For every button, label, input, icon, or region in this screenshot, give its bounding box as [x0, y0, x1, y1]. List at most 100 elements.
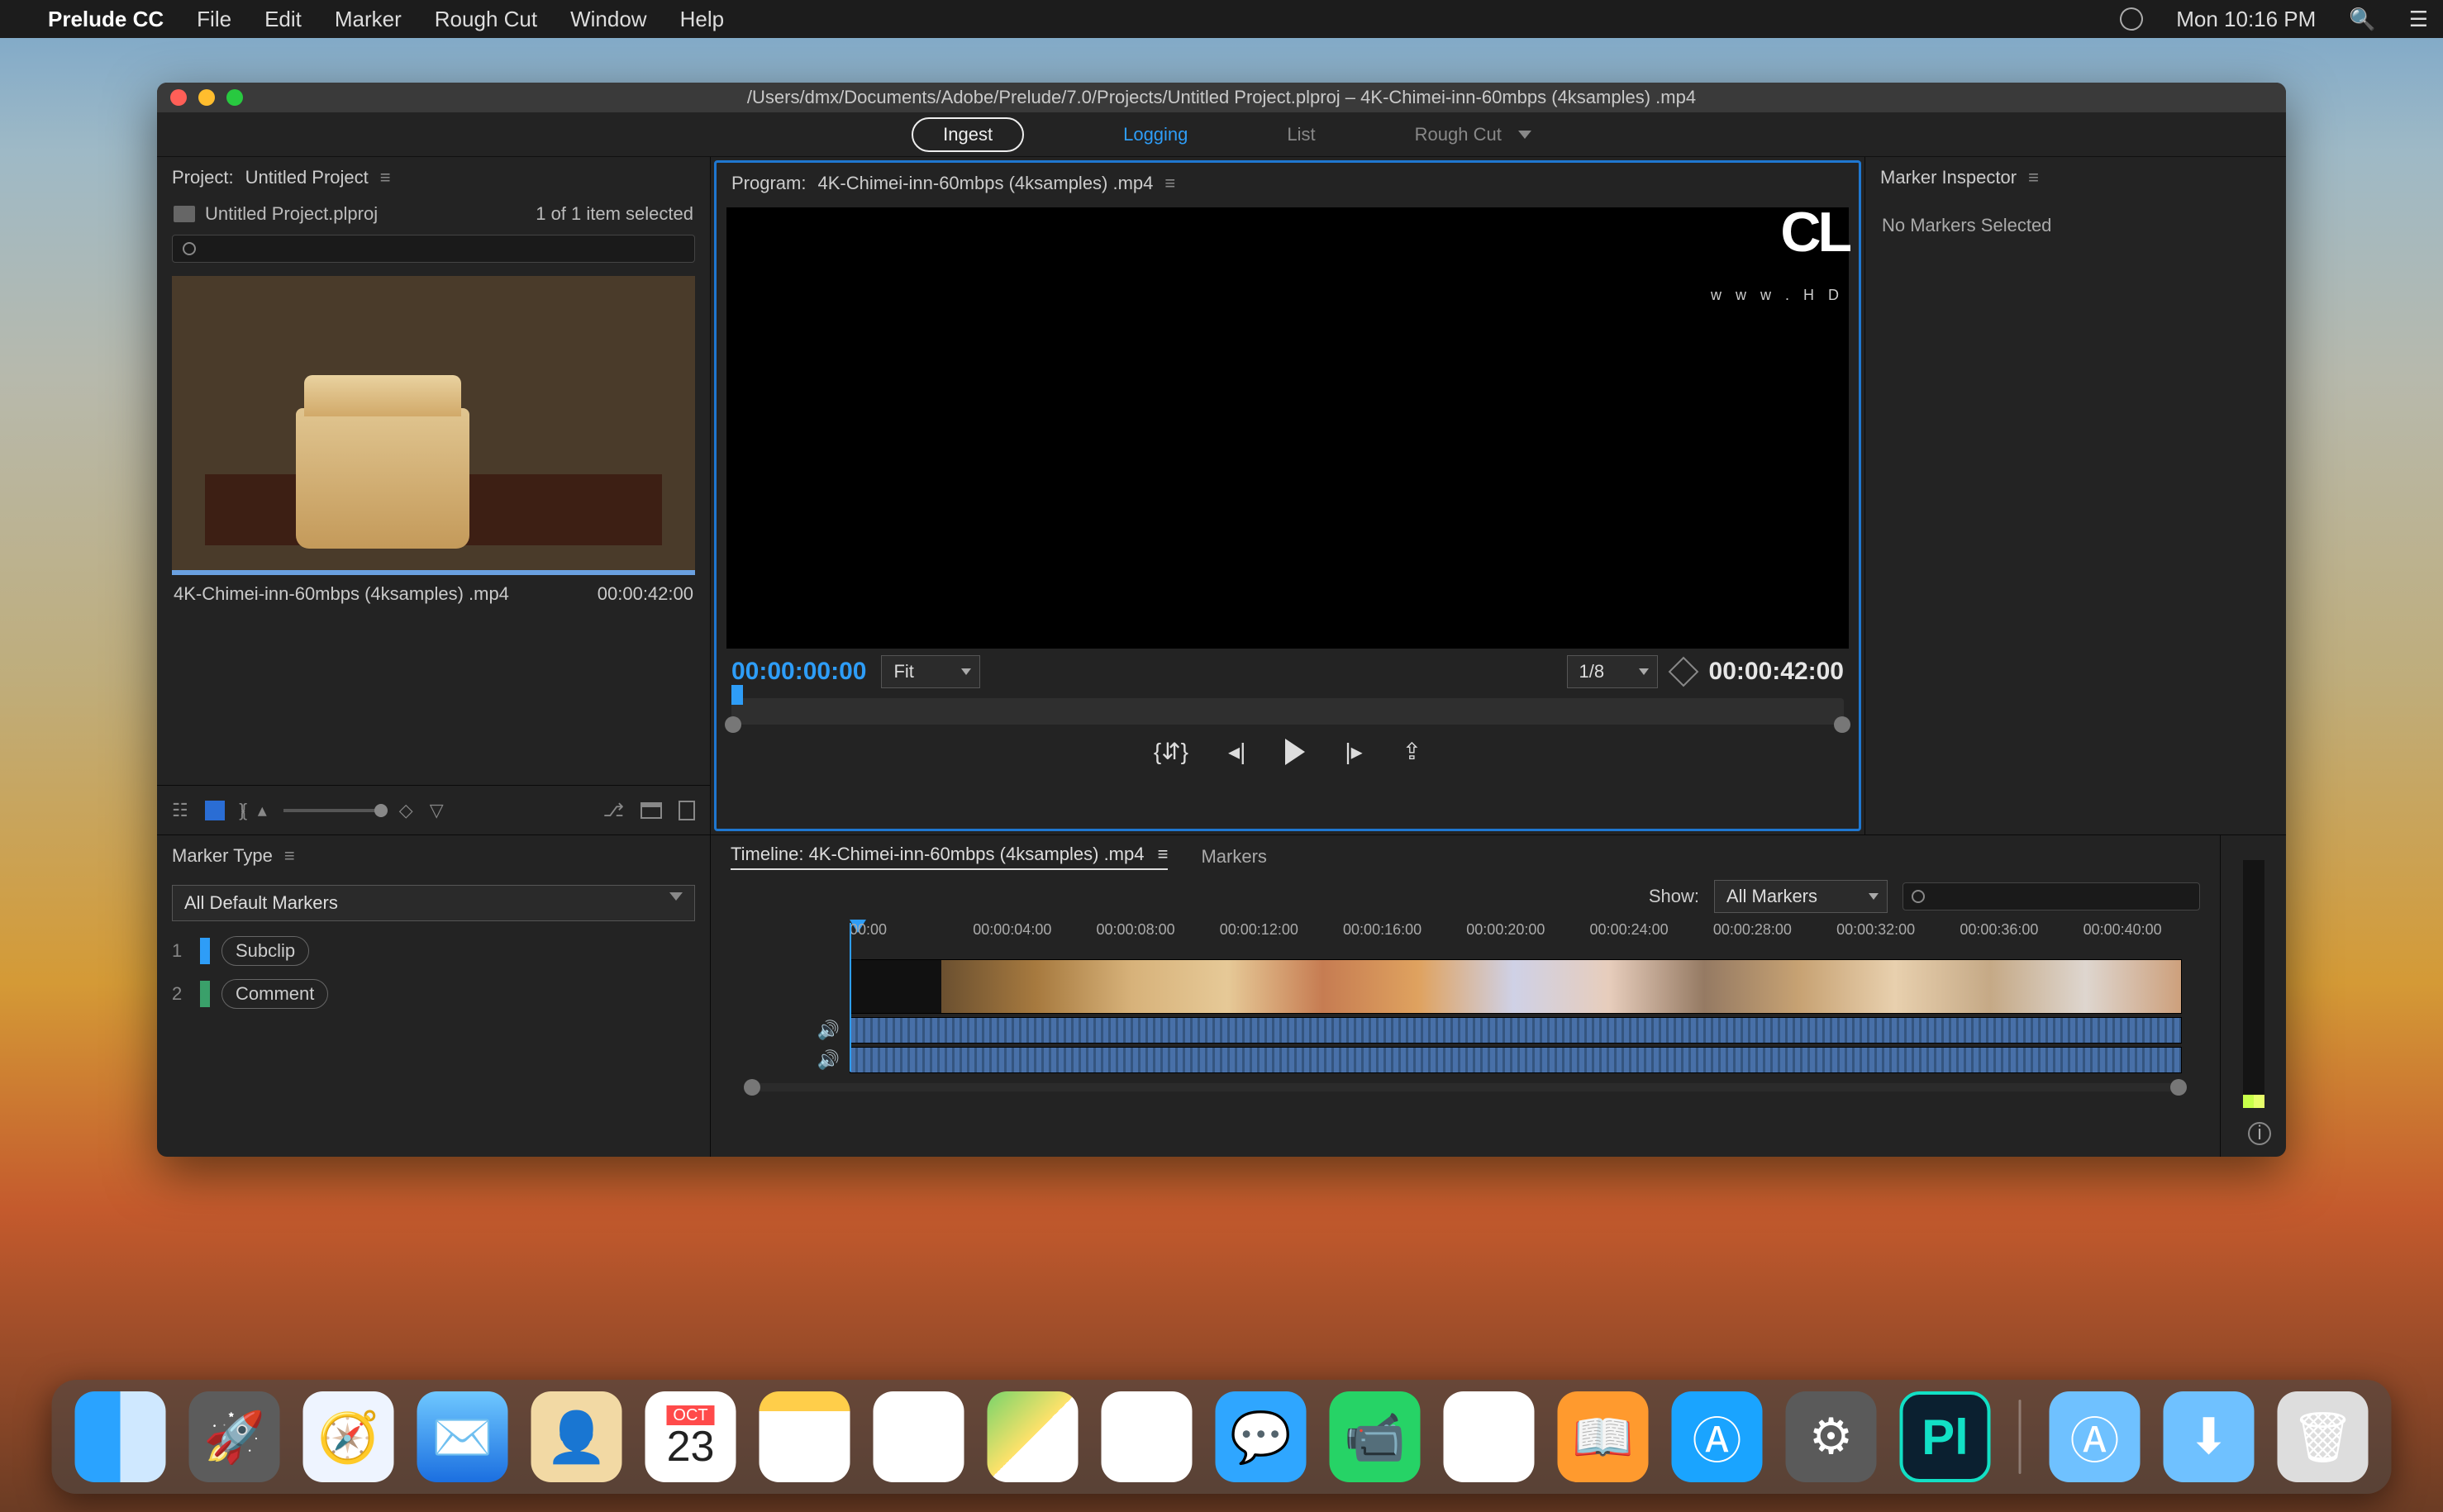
- panel-menu-icon[interactable]: ≡: [284, 845, 293, 867]
- timeline-search-input[interactable]: [1902, 882, 2200, 911]
- zoom-handle-left[interactable]: [744, 1079, 760, 1096]
- project-panel: Project: Untitled Project ≡ Untitled Pro…: [157, 157, 711, 834]
- window-zoom-button[interactable]: [226, 89, 243, 106]
- list-view-icon[interactable]: ☷: [172, 800, 188, 821]
- menubar-clock[interactable]: Mon 10:16 PM: [2176, 7, 2316, 32]
- clip-settings-icon[interactable]: ⎇: [603, 800, 624, 821]
- step-back-icon[interactable]: ◂|: [1228, 738, 1245, 765]
- dock-photos-icon[interactable]: ❀: [1102, 1391, 1193, 1482]
- play-button[interactable]: [1285, 739, 1305, 765]
- zoom-fit-dropdown[interactable]: Fit: [881, 655, 980, 688]
- export-frame-icon[interactable]: ⇪: [1402, 738, 1422, 765]
- dock-calendar-icon[interactable]: OCT23: [645, 1391, 736, 1482]
- audio-track-1[interactable]: 🔊: [749, 1017, 2182, 1044]
- dock-itunes-icon[interactable]: ♫: [1444, 1391, 1535, 1482]
- audio-icon[interactable]: 🔊: [817, 1049, 840, 1071]
- panel-menu-icon[interactable]: ≡: [1158, 844, 1169, 864]
- menu-help[interactable]: Help: [680, 7, 724, 32]
- menu-window[interactable]: Window: [570, 7, 646, 32]
- menu-file[interactable]: File: [197, 7, 231, 32]
- thumbnail-size-slider[interactable]: [283, 809, 383, 812]
- search-icon: [1912, 890, 1925, 903]
- playhead-icon[interactable]: [731, 685, 743, 705]
- timeline-tracks[interactable]: 🔊 🔊: [749, 959, 2182, 1073]
- thumbnail-view-icon[interactable]: [205, 801, 225, 820]
- dock-applications-folder-icon[interactable]: Ⓐ: [2050, 1391, 2141, 1482]
- mark-in-out-icon[interactable]: {⇵}: [1154, 738, 1188, 765]
- dock-downloads-folder-icon[interactable]: ⬇︎: [2164, 1391, 2255, 1482]
- dock-finder-icon[interactable]: [75, 1391, 166, 1482]
- audio-track-2[interactable]: 🔊: [749, 1047, 2182, 1073]
- project-search-input[interactable]: [172, 235, 695, 263]
- timeline-zoom-scroll[interactable]: [749, 1083, 2182, 1091]
- project-file-label[interactable]: Untitled Project.plproj: [205, 203, 378, 225]
- workspace-rough-cut[interactable]: Rough Cut: [1415, 124, 1531, 145]
- ingest-button[interactable]: Ingest: [912, 117, 1024, 152]
- playhead-timecode[interactable]: 00:00:00:00: [731, 658, 866, 686]
- workspace-overflow-icon[interactable]: [1518, 131, 1531, 139]
- spotlight-icon[interactable]: 🔍: [2349, 7, 2375, 32]
- dock-notes-icon[interactable]: [760, 1391, 850, 1482]
- window-close-button[interactable]: [170, 89, 187, 106]
- program-panel-tab[interactable]: Program: 4K-Chimei-inn-60mbps (4ksamples…: [717, 163, 1859, 204]
- resolution-dropdown[interactable]: 1/8: [1567, 655, 1658, 688]
- info-icon[interactable]: i: [2248, 1122, 2271, 1145]
- find-icon[interactable]: ▽: [430, 800, 444, 821]
- marker-type-tab[interactable]: Marker Type ≡: [157, 835, 710, 877]
- step-forward-icon[interactable]: |▸: [1345, 738, 1362, 765]
- delete-icon[interactable]: [679, 801, 695, 820]
- timeline-tab[interactable]: Timeline: 4K-Chimei-inn-60mbps (4ksample…: [731, 844, 1168, 870]
- dock-contacts-icon[interactable]: 👤: [531, 1391, 622, 1482]
- menu-edit[interactable]: Edit: [264, 7, 302, 32]
- marker-template-dropdown[interactable]: All Default Markers: [172, 885, 695, 921]
- dock-mail-icon[interactable]: ✉️: [417, 1391, 508, 1482]
- marker-type-comment[interactable]: 2 Comment: [172, 979, 695, 1009]
- new-bin-icon[interactable]: [641, 802, 662, 819]
- audio-icon[interactable]: 🔊: [817, 1020, 840, 1041]
- panel-menu-icon[interactable]: ≡: [1164, 173, 1174, 194]
- dock-system-preferences-icon[interactable]: ⚙︎: [1786, 1391, 1877, 1482]
- panel-menu-icon[interactable]: ≡: [2028, 167, 2037, 188]
- zoom-handle-right[interactable]: [1834, 716, 1850, 733]
- watermark-logo: CL: [1780, 216, 1849, 250]
- video-track[interactable]: [749, 959, 2182, 1014]
- clip-thumbnail[interactable]: [172, 276, 695, 570]
- sort-direction-icon[interactable]: ▴: [258, 800, 267, 821]
- dock-safari-icon[interactable]: 🧭: [303, 1391, 394, 1482]
- zoom-handle-left[interactable]: [725, 716, 741, 733]
- timeline-ruler[interactable]: 00:0000:00:04:0000:00:08:0000:00:12:0000…: [850, 921, 2182, 954]
- dock-launchpad-icon[interactable]: 🚀: [189, 1391, 280, 1482]
- dock-messages-icon[interactable]: 💬: [1216, 1391, 1307, 1482]
- dock-maps-icon[interactable]: [988, 1391, 1079, 1482]
- playhead-line[interactable]: [850, 923, 851, 1072]
- window-minimize-button[interactable]: [198, 89, 215, 106]
- menu-marker[interactable]: Marker: [335, 7, 402, 32]
- dock-trash-icon[interactable]: 🗑: [2278, 1391, 2369, 1482]
- workspace-list[interactable]: List: [1287, 124, 1315, 145]
- settings-icon[interactable]: [1668, 657, 1698, 687]
- filter-icon[interactable]: ◇: [399, 800, 413, 821]
- workspace-logging[interactable]: Logging: [1123, 124, 1188, 145]
- marker-inspector-tab[interactable]: Marker Inspector ≡: [1865, 157, 2286, 198]
- dock-ibooks-icon[interactable]: 📖: [1558, 1391, 1649, 1482]
- project-panel-tab[interactable]: Project: Untitled Project ≡: [157, 157, 710, 198]
- subclip-color-icon: [200, 938, 210, 964]
- project-clip[interactable]: 4K-Chimei-inn-60mbps (4ksamples) .mp4 00…: [172, 276, 695, 613]
- show-markers-dropdown[interactable]: All Markers: [1714, 880, 1888, 913]
- program-monitor[interactable]: CL w w w . H D: [726, 207, 1849, 649]
- dock-prelude-icon[interactable]: Pl: [1900, 1391, 1991, 1482]
- dock-facetime-icon[interactable]: 📹: [1330, 1391, 1421, 1482]
- dock-reminders-icon[interactable]: ☑︎: [874, 1391, 964, 1482]
- dock-appstore-icon[interactable]: Ⓐ: [1672, 1391, 1763, 1482]
- menu-rough-cut[interactable]: Rough Cut: [435, 7, 537, 32]
- panel-menu-icon[interactable]: ≡: [380, 167, 389, 188]
- window-titlebar[interactable]: /Users/dmx/Documents/Adobe/Prelude/7.0/P…: [157, 83, 2286, 112]
- markers-tab[interactable]: Markers: [1201, 846, 1266, 868]
- program-scrubber[interactable]: [731, 698, 1844, 725]
- marker-type-subclip[interactable]: 1 Subclip: [172, 936, 695, 966]
- siri-icon[interactable]: [2117, 4, 2146, 34]
- zoom-handle-right[interactable]: [2170, 1079, 2187, 1096]
- app-menu[interactable]: Prelude CC: [48, 7, 164, 32]
- notification-center-icon[interactable]: ☰: [2409, 7, 2428, 32]
- selection-status: 1 of 1 item selected: [536, 203, 693, 225]
